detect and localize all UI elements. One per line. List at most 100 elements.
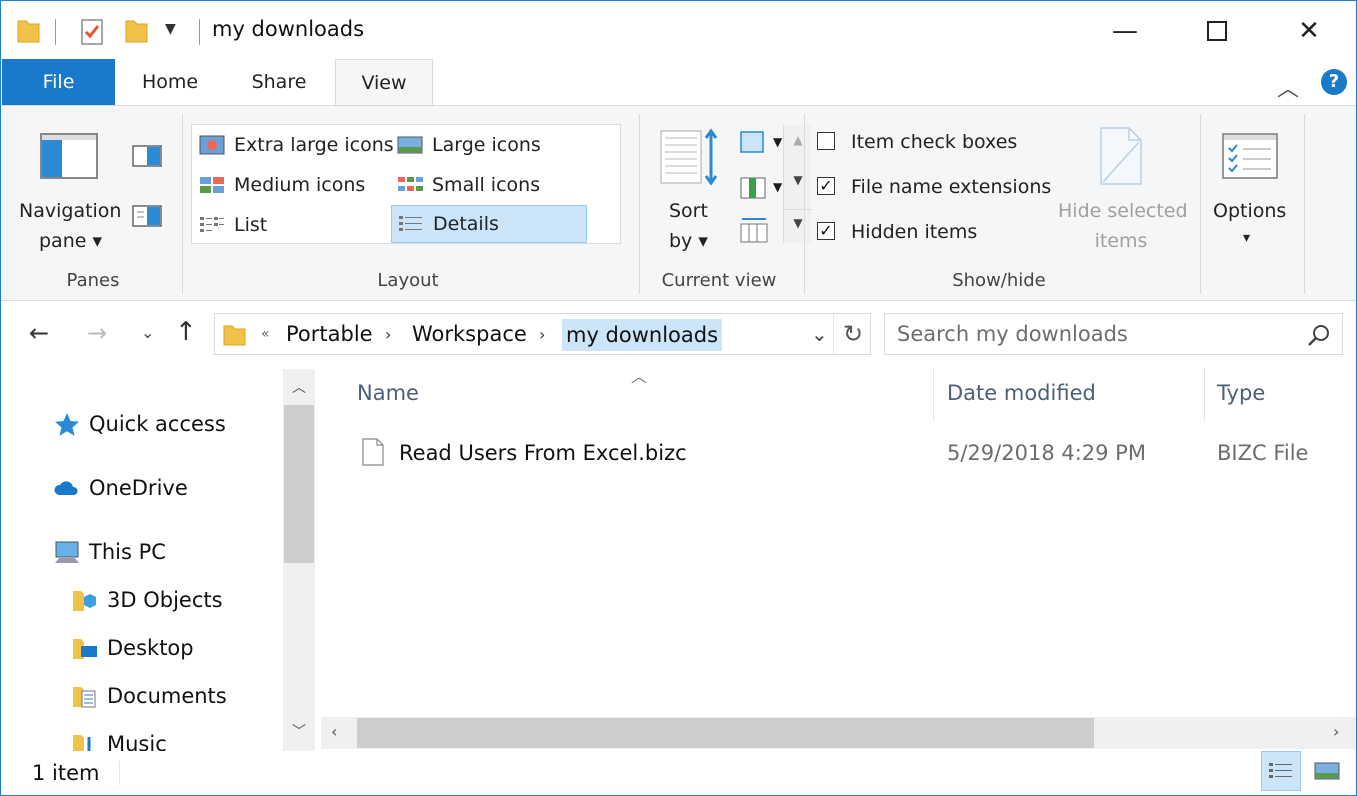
cloud-icon [54, 481, 78, 495]
nav-3d-objects[interactable]: 3D Objects [71, 587, 223, 613]
minimize-ribbon-icon[interactable]: ︿ [1277, 71, 1299, 103]
layout-extra-large-icons[interactable]: Extra large icons [198, 126, 394, 164]
file-list-hscrollbar[interactable]: ‹ › [321, 717, 1356, 749]
breadcrumb-my-downloads[interactable]: my downloads [562, 319, 723, 351]
scroll-up-icon[interactable]: ︿ [283, 377, 315, 397]
explorer-window: ▼ my downloads — ✕ File Home Share View … [0, 0, 1357, 796]
group-by-button[interactable]: ▼ [739, 130, 782, 154]
add-columns-icon [740, 177, 766, 199]
details-view-button[interactable] [1261, 751, 1301, 791]
nav-pane-scroll-thumb[interactable] [284, 405, 314, 563]
nav-onedrive[interactable]: OneDrive [53, 475, 188, 501]
file-list-scroll-thumb[interactable] [357, 718, 1094, 748]
column-header-name[interactable]: Name [357, 381, 419, 405]
nav-documents[interactable]: Documents [71, 683, 227, 709]
layout-large-icons[interactable]: Large icons [396, 126, 582, 164]
up-button[interactable]: ↑ [175, 317, 197, 347]
item-check-boxes-checkbox[interactable] [817, 132, 835, 150]
list-icon [200, 217, 224, 232]
minimize-button[interactable]: — [1079, 1, 1171, 61]
address-bar[interactable]: « Portable › Workspace › my downloads ⌄ … [214, 313, 871, 355]
hidden-items-checkbox[interactable]: ✓ [817, 222, 835, 240]
sort-by-icon[interactable] [659, 128, 719, 186]
search-icon[interactable] [1307, 324, 1331, 348]
close-button[interactable]: ✕ [1263, 1, 1355, 61]
navigation-pane-label[interactable]: Navigation [19, 200, 121, 222]
hidden-items-label[interactable]: Hidden items [851, 221, 977, 243]
navigation-pane-icon[interactable] [39, 132, 101, 182]
show-hide-group-label: Show/hide [952, 270, 1046, 291]
file-name-extensions-checkbox[interactable]: ✓ [817, 177, 835, 195]
layout-small-icons[interactable]: Small icons [396, 166, 582, 204]
help-icon[interactable]: ? [1321, 69, 1347, 95]
tab-share[interactable]: Share [229, 59, 329, 105]
options-label[interactable]: Options [1213, 200, 1286, 222]
scroll-down-icon[interactable]: ﹀ [283, 721, 315, 741]
desktop-icon [73, 639, 97, 659]
layout-details[interactable]: Details [391, 205, 587, 243]
scroll-left-icon[interactable]: ‹ [331, 722, 337, 741]
navigation-pane-label-2[interactable]: pane ▾ [39, 230, 102, 252]
preview-pane-icon[interactable] [131, 144, 163, 168]
nav-this-pc[interactable]: This PC [53, 539, 166, 565]
column-header-type[interactable]: Type [1217, 381, 1265, 405]
sort-by-label[interactable]: Sort [669, 200, 708, 222]
search-box[interactable]: Search my downloads [884, 313, 1343, 355]
medium-icons-icon [200, 177, 224, 193]
refresh-icon[interactable]: ↻ [843, 320, 863, 348]
layout-medium-icons[interactable]: Medium icons [198, 166, 394, 204]
recent-locations-button[interactable]: ⌄ [141, 323, 154, 342]
hide-selected-items-label[interactable]: Hide selected [1058, 200, 1188, 222]
column-header-date-modified[interactable]: Date modified [947, 381, 1096, 405]
group-divider [1304, 114, 1305, 294]
sort-ascending-icon: ︿ [631, 367, 648, 386]
new-folder-icon[interactable] [123, 17, 149, 45]
hide-selected-items-label-2[interactable]: items [1058, 230, 1184, 252]
maximize-icon [1207, 21, 1227, 41]
scroll-right-icon[interactable]: › [1333, 722, 1339, 741]
group-divider [1200, 114, 1201, 294]
details-pane-icon[interactable] [131, 204, 163, 228]
breadcrumb-separator-icon[interactable]: › [539, 325, 545, 344]
add-columns-button[interactable]: ▼ [739, 174, 782, 200]
file-name-extensions-label[interactable]: File name extensions [851, 176, 1051, 198]
gallery-up-icon[interactable]: ▲ [784, 133, 812, 147]
qat-customize-icon[interactable]: ▼ [165, 21, 176, 37]
large-icons-view-button[interactable] [1307, 751, 1347, 791]
nav-desktop[interactable]: Desktop [71, 635, 194, 661]
tab-home[interactable]: Home [121, 59, 219, 105]
breadcrumb-portable[interactable]: Portable [286, 322, 373, 346]
layout-list[interactable]: List [198, 206, 394, 244]
gallery-expand-icon[interactable]: ▼ [784, 209, 812, 239]
forward-button[interactable]: → [87, 319, 107, 347]
column-divider[interactable] [933, 369, 934, 421]
column-divider[interactable] [1204, 369, 1205, 421]
address-dropdown-icon[interactable]: ⌄ [811, 322, 828, 346]
breadcrumb-overflow[interactable]: « [261, 326, 270, 342]
search-placeholder[interactable]: Search my downloads [897, 322, 1128, 346]
nav-quick-access[interactable]: Quick access [53, 411, 226, 437]
tab-view[interactable]: View [335, 59, 433, 106]
breadcrumb-separator-icon[interactable]: › [385, 325, 391, 344]
table-row[interactable]: Read Users From Excel.bizc 5/29/2018 4:2… [351, 433, 1351, 479]
folder-icon[interactable] [15, 17, 41, 45]
options-dropdown-icon[interactable]: ▾ [1243, 230, 1250, 246]
item-check-boxes-label[interactable]: Item check boxes [851, 131, 1017, 153]
tab-file[interactable]: File [2, 59, 115, 105]
sort-by-label-2[interactable]: by ▾ [669, 230, 708, 252]
navigation-pane: Quick access OneDrive This PC 3D Objects… [1, 369, 317, 751]
maximize-button[interactable] [1171, 1, 1263, 61]
status-bar: 1 item [1, 751, 1356, 795]
folder-icon [223, 325, 246, 346]
back-button[interactable]: ← [29, 319, 49, 347]
hide-selected-items-icon[interactable] [1097, 126, 1145, 186]
back-arrow-icon: ← [29, 319, 50, 347]
gallery-down-icon[interactable]: ▼ [784, 173, 812, 187]
breadcrumb-workspace[interactable]: Workspace [412, 322, 527, 346]
properties-icon[interactable] [79, 17, 107, 47]
options-icon[interactable] [1221, 132, 1279, 180]
nav-pane-scrollbar[interactable]: ︿ ﹀ [283, 369, 315, 751]
nav-music[interactable]: Music [71, 731, 167, 751]
size-columns-icon[interactable] [739, 216, 769, 244]
current-view-group-label: Current view [661, 270, 777, 291]
